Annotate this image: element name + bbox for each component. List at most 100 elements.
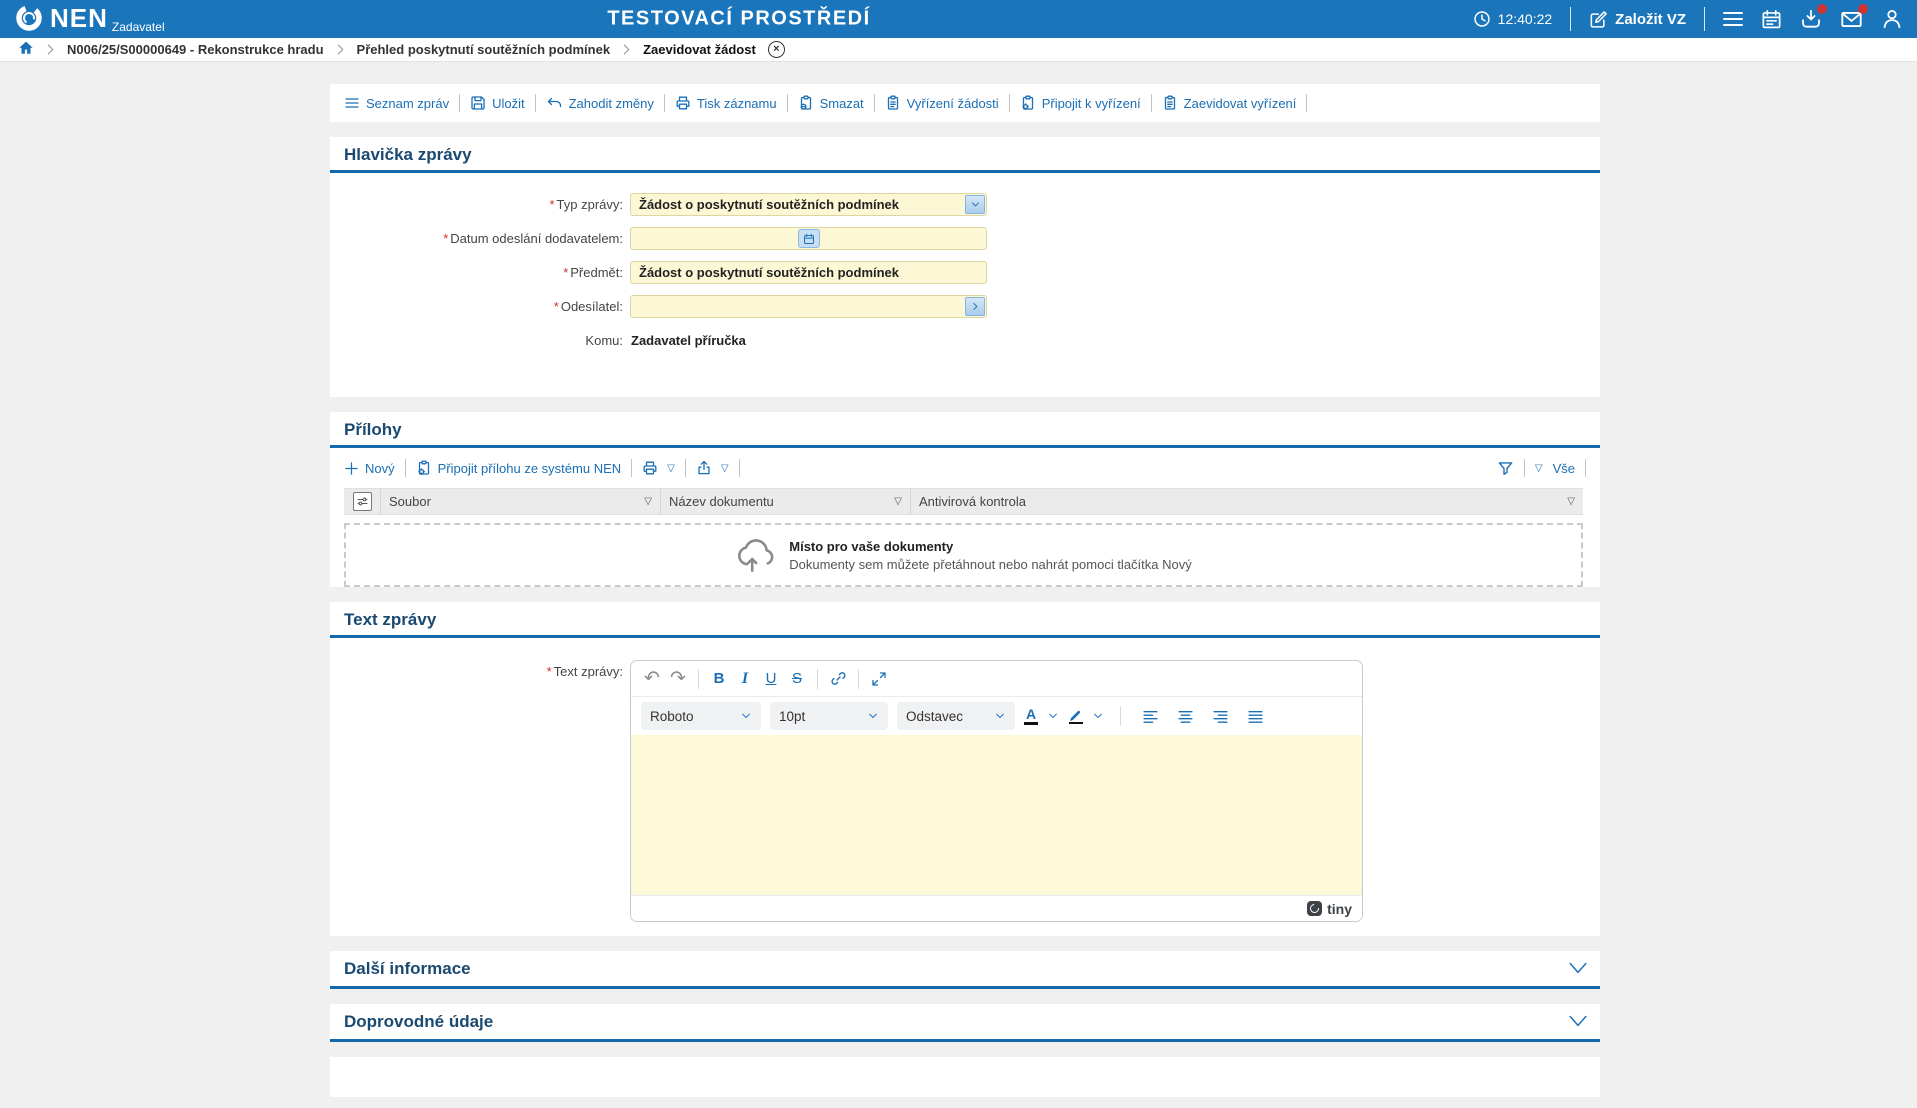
- documents-dropzone[interactable]: Místo pro vaše dokumenty Dokumenty sem m…: [344, 523, 1583, 587]
- downloads-notification-badge: [1817, 4, 1827, 14]
- font-family-select[interactable]: Roboto: [641, 702, 761, 730]
- divider: [1120, 706, 1121, 726]
- action-label: Smazat: [819, 95, 864, 111]
- divider: [459, 94, 461, 112]
- discard-changes-icon: [547, 97, 561, 108]
- section-title: Text zprávy: [344, 610, 437, 629]
- current-color-bar: [1024, 722, 1038, 725]
- attach-from-nen-button[interactable]: Připojit přílohu ze systému NEN: [416, 460, 621, 476]
- fullscreen-button[interactable]: [866, 666, 892, 692]
- breadcrumb-home[interactable]: [18, 40, 34, 59]
- calendar-icon: [1762, 9, 1781, 28]
- action-ulozit[interactable]: Uložit: [470, 95, 525, 111]
- align-center-button[interactable]: [1172, 703, 1198, 729]
- strikethrough-button[interactable]: S: [784, 666, 810, 692]
- underline-button[interactable]: U: [758, 666, 784, 692]
- font-size-select[interactable]: 10pt: [770, 702, 888, 730]
- divider: [786, 94, 788, 112]
- action-pripojit-k-vyrizeni[interactable]: Připojit k vyřízení: [1020, 95, 1141, 111]
- record-action-toolbar: Seznam zpráv Uložit Zahodit změny Tisk z…: [330, 84, 1600, 122]
- divider: [1150, 94, 1152, 112]
- current-color-bar: [1068, 721, 1083, 725]
- action-vyrizeni-zadosti[interactable]: Vyřízení žádosti: [885, 95, 999, 111]
- column-header-antivirova-kontrola[interactable]: Antivirová kontrola ▽: [910, 489, 1583, 514]
- action-seznam-zprav[interactable]: Seznam zpráv: [344, 95, 449, 111]
- expand-section-button[interactable]: [1568, 1014, 1588, 1029]
- breadcrumb-item-current[interactable]: Zaevidovat žádost: [643, 42, 756, 57]
- user-profile-button[interactable]: [1881, 8, 1903, 30]
- column-filter-icon[interactable]: ▽: [644, 496, 652, 507]
- attachments-table-header: Soubor ▽ Název dokumentu ▽ Antivirová ko…: [344, 488, 1583, 515]
- section-prilohy: Přílohy Nový Připojit přílohu ze systému…: [330, 412, 1600, 587]
- create-vz-label: Založit VZ: [1615, 10, 1686, 28]
- save-icon: [471, 96, 485, 110]
- action-zahodit-zmeny[interactable]: Zahodit změny: [546, 95, 654, 111]
- italic-button[interactable]: I: [732, 666, 758, 692]
- open-picker-button[interactable]: [965, 297, 985, 316]
- action-zaevidovat-vyrizeni[interactable]: Zaevidovat vyřízení: [1162, 95, 1296, 111]
- divider: [1306, 94, 1308, 112]
- select-dropdown-button[interactable]: [965, 195, 985, 214]
- new-attachment-button[interactable]: Nový: [344, 461, 395, 476]
- action-smazat[interactable]: Smazat: [798, 95, 864, 111]
- redo-icon[interactable]: ↷: [665, 666, 691, 692]
- menu-hamburger-icon[interactable]: [1723, 11, 1743, 27]
- show-all-filter-button[interactable]: ▽ Vše: [1535, 461, 1575, 476]
- downloads-tray-button[interactable]: [1800, 4, 1827, 30]
- highlight-color-button[interactable]: [1068, 708, 1083, 725]
- tiny-brand-label[interactable]: tiny: [1327, 901, 1352, 917]
- close-tab-icon[interactable]: ×: [767, 41, 785, 58]
- font-family-value: Roboto: [650, 708, 694, 724]
- breadcrumb-item-prehled[interactable]: Přehled poskytnutí soutěžních podmínek: [357, 42, 611, 57]
- predmet-value: Žádost o poskytnutí soutěžních podmínek: [639, 265, 900, 280]
- insert-link-button[interactable]: [825, 666, 851, 692]
- forecolor-glyph: A: [1025, 706, 1037, 723]
- create-vz-button[interactable]: Založit VZ: [1589, 10, 1686, 29]
- column-settings-button[interactable]: [352, 492, 372, 511]
- highlight-color-dropdown[interactable]: [1092, 710, 1104, 722]
- typ-zpravy-select[interactable]: Žádost o poskytnutí soutěžních podmínek: [630, 193, 987, 216]
- bold-button[interactable]: B: [706, 666, 732, 692]
- breadcrumb: N006/25/S00000649 - Rekonstrukce hradu P…: [0, 38, 1917, 62]
- filter-button[interactable]: [1497, 460, 1514, 477]
- action-label: Vyřízení žádosti: [906, 95, 999, 111]
- align-justify-button[interactable]: [1242, 703, 1268, 729]
- dropzone-title: Místo pro vaše dokumenty: [789, 538, 954, 554]
- datum-odeslani-input[interactable]: [630, 227, 987, 250]
- form-row-komu: Komu: Zadavatel příručka: [330, 329, 1600, 352]
- nen-logo[interactable]: NEN Zadavatel: [14, 3, 165, 34]
- text-color-dropdown[interactable]: [1047, 710, 1059, 722]
- column-filter-icon[interactable]: ▽: [894, 496, 902, 507]
- column-header-nazev-dokumentu[interactable]: Název dokumentu ▽: [660, 489, 910, 514]
- date-picker-button[interactable]: [797, 229, 820, 248]
- print-grid-button[interactable]: ▽: [642, 460, 675, 476]
- align-left-button[interactable]: [1137, 703, 1163, 729]
- export-grid-button[interactable]: ▽: [696, 460, 729, 476]
- odesilatel-picker[interactable]: [630, 295, 987, 318]
- breadcrumb-item-vz[interactable]: N006/25/S00000649 - Rekonstrukce hradu: [67, 42, 324, 57]
- section-dalsi-informace[interactable]: Další informace: [330, 951, 1600, 989]
- expand-section-button[interactable]: [1568, 961, 1588, 976]
- editor-text-area[interactable]: [631, 735, 1362, 895]
- messages-button[interactable]: [1840, 3, 1868, 31]
- action-tisk-zaznamu[interactable]: Tisk záznamu: [675, 95, 777, 111]
- predmet-input[interactable]: Žádost o poskytnutí soutěžních podmínek: [630, 261, 987, 284]
- undo-icon[interactable]: ↶: [639, 666, 665, 692]
- column-filter-icon[interactable]: ▽: [1567, 496, 1575, 507]
- column-header-soubor[interactable]: Soubor ▽: [380, 489, 660, 514]
- column-label: Název dokumentu: [669, 494, 774, 509]
- divider: [817, 668, 818, 689]
- editor-toolbar-row1: ↶ ↷ B I U S: [631, 661, 1362, 697]
- action-label: Tisk záznamu: [696, 95, 777, 111]
- block-format-select[interactable]: Odstavec: [897, 702, 1015, 730]
- nen-logo-icon: [16, 5, 42, 31]
- calendar-button[interactable]: [1761, 9, 1782, 30]
- column-label: Soubor: [389, 494, 431, 509]
- field-label: * Datum odeslání dodavatelem:: [443, 231, 623, 246]
- divider: [663, 94, 665, 112]
- align-right-button[interactable]: [1207, 703, 1233, 729]
- text-color-button[interactable]: A: [1024, 707, 1038, 725]
- clipboard-delete-icon: [800, 95, 811, 110]
- align-right-icon: [1212, 710, 1228, 723]
- section-doprovodne-udaje[interactable]: Doprovodné údaje: [330, 1004, 1600, 1042]
